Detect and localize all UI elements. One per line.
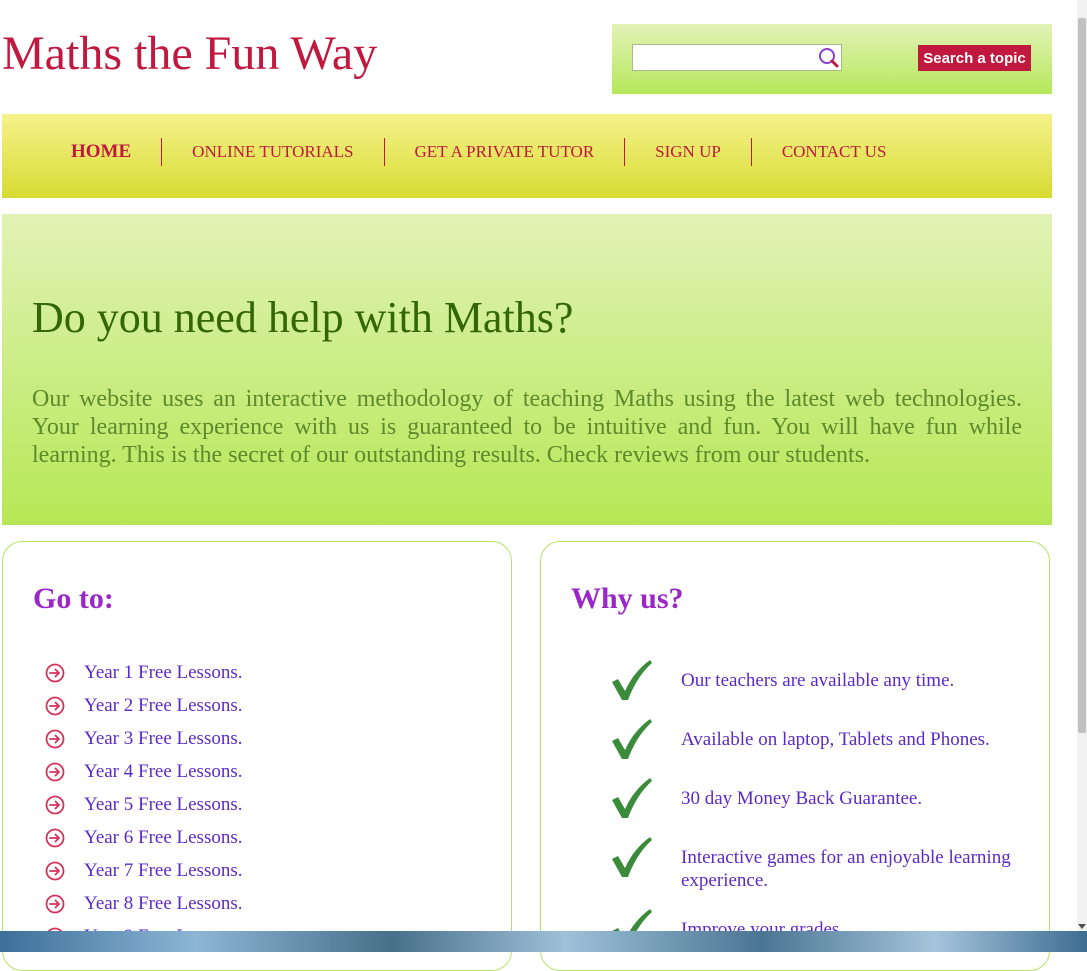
nav-item-sign-up[interactable]: SIGN UP [624, 138, 751, 166]
lesson-link-label: Year 8 Free Lessons. [84, 892, 243, 914]
lesson-link-label: Year 7 Free Lessons. [84, 859, 243, 881]
checkmark-icon [612, 778, 652, 818]
nav-item-online-tutorials[interactable]: ONLINE TUTORIALS [161, 138, 383, 166]
scroll-down-arrow-icon[interactable] [1078, 924, 1086, 929]
arrow-right-circle-icon [45, 762, 65, 781]
lesson-link-label: Year 1 Free Lessons. [84, 661, 243, 683]
why-us-list: Our teachers are available any time. Avai… [609, 660, 1021, 968]
lesson-link-label: Year 5 Free Lessons. [84, 793, 243, 815]
arrow-right-circle-icon [45, 696, 65, 715]
search-topic-button[interactable]: Search a topic [918, 45, 1031, 71]
page-scrollbar[interactable] [1077, 0, 1087, 931]
lesson-link[interactable]: Year 5 Free Lessons. [45, 788, 243, 821]
why-us-item: Available on laptop, Tablets and Phones. [609, 719, 1021, 761]
nav-item-contact-us[interactable]: CONTACT US [750, 138, 917, 166]
hero-banner: Do you need help with Maths? Our website… [2, 214, 1052, 525]
why-us-item-text: Interactive games for an enjoyable learn… [681, 847, 1011, 891]
goto-heading: Go to: [33, 582, 114, 615]
why-us-item-text: Available on laptop, Tablets and Phones. [681, 729, 990, 750]
arrow-right-circle-icon [45, 663, 65, 682]
lesson-link[interactable]: Year 8 Free Lessons. [45, 887, 243, 920]
nav-item-home[interactable]: HOME [41, 138, 161, 166]
nav-item-get-a-private-tutor[interactable]: GET A PRIVATE TUTOR [383, 138, 625, 166]
lesson-link[interactable]: Year 7 Free Lessons. [45, 854, 243, 887]
lesson-link-label: Year 2 Free Lessons. [84, 694, 243, 716]
hero-title: Do you need help with Maths? [32, 293, 574, 342]
main-navbar: HOME ONLINE TUTORIALS GET A PRIVATE TUTOR S… [2, 114, 1052, 198]
lesson-list: Year 1 Free Lessons. Year 2 Free Lessons.… [45, 656, 243, 953]
why-us-item: Our teachers are available any time. [609, 660, 1021, 702]
lesson-link[interactable]: Year 4 Free Lessons. [45, 755, 243, 788]
arrow-right-circle-icon [45, 894, 65, 913]
goto-card: Go to: Year 1 Free Lessons. Year 2 Free L… [2, 541, 512, 971]
why-us-item: 30 day Money Back Guarantee. [609, 778, 1021, 820]
site-title: Maths the Fun Way [2, 27, 378, 80]
search-box[interactable] [632, 44, 842, 71]
why-us-item: Interactive games for an enjoyable learn… [609, 837, 1021, 892]
lesson-link[interactable]: Year 6 Free Lessons. [45, 821, 243, 854]
desktop-taskbar [0, 931, 1087, 952]
nav-list: HOME ONLINE TUTORIALS GET A PRIVATE TUTOR S… [41, 138, 916, 166]
search-panel: Search a topic [612, 24, 1052, 94]
why-us-heading: Why us? [571, 582, 684, 615]
search-input[interactable] [637, 46, 821, 71]
search-icon[interactable] [818, 47, 840, 69]
arrow-right-circle-icon [45, 795, 65, 814]
lesson-link-label: Year 6 Free Lessons. [84, 826, 243, 848]
lesson-link[interactable]: Year 1 Free Lessons. [45, 656, 243, 689]
lesson-link-label: Year 3 Free Lessons. [84, 727, 243, 749]
checkmark-icon [612, 660, 652, 700]
arrow-right-circle-icon [45, 729, 65, 748]
checkmark-icon [612, 719, 652, 759]
arrow-right-circle-icon [45, 861, 65, 880]
arrow-right-circle-icon [45, 828, 65, 847]
scrollbar-thumb[interactable] [1078, 18, 1086, 733]
lesson-link-label: Year 4 Free Lessons. [84, 760, 243, 782]
why-us-item-text: Our teachers are available any time. [681, 670, 955, 691]
lesson-link[interactable]: Year 2 Free Lessons. [45, 689, 243, 722]
hero-text: Our website uses an interactive methodol… [32, 386, 1022, 468]
lesson-link[interactable]: Year 3 Free Lessons. [45, 722, 243, 755]
why-us-item-text: 30 day Money Back Guarantee. [681, 788, 923, 809]
checkmark-icon [612, 837, 652, 877]
why-us-card: Why us? Our teachers are available any t… [540, 541, 1050, 971]
